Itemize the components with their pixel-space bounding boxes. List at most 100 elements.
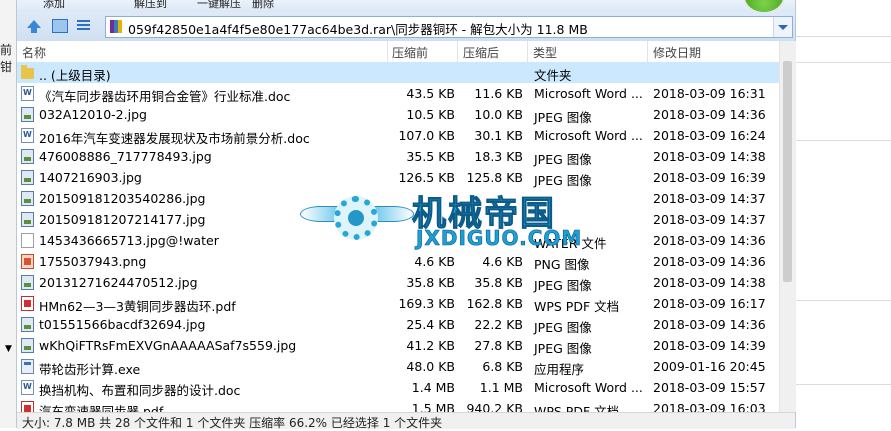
file-packed-size: 22.2 KB bbox=[474, 317, 523, 332]
file-name: 带轮齿形计算.exe bbox=[39, 362, 141, 377]
table-row[interactable]: HMn62—3—3黄铜同步器齿环.pdf 169.3 KB 162.8 KB WPS … bbox=[17, 293, 779, 314]
rar-archive-icon bbox=[110, 20, 122, 33]
file-packed-size: 4.6 KB bbox=[482, 254, 523, 269]
file-type: JPEG 图像 bbox=[534, 278, 592, 293]
file-name: 1453436665713.jpg@!water bbox=[39, 233, 219, 248]
file-packed-size: 18.3 KB bbox=[474, 149, 523, 164]
file-name: 476008886_717778493.jpg bbox=[39, 149, 212, 164]
image-icon bbox=[21, 212, 34, 227]
table-row[interactable]: 1407216903.jpg 126.5 KB 125.8 KB JPEG 图像 201… bbox=[17, 167, 779, 188]
table-row[interactable]: 《汽车同步器齿环用铜合金管》行业标准.doc 43.5 KB 11.6 KB Micr… bbox=[17, 83, 779, 104]
file-packed-size: 30.1 KB bbox=[474, 128, 523, 143]
folder-icon bbox=[21, 65, 34, 79]
file-name: 汽车变速器同步器.pdf bbox=[39, 404, 164, 412]
pdf-icon bbox=[21, 296, 34, 311]
table-row[interactable]: 2016年汽车变速器发展现状及市场前景分析.doc 107.0 KB 30.1 KB… bbox=[17, 125, 779, 146]
file-type: 文件夹 bbox=[534, 68, 572, 83]
file-size: 43.5 KB bbox=[406, 86, 455, 101]
file-size: 1.4 MB bbox=[411, 380, 455, 395]
file-name: 1407216903.jpg bbox=[39, 170, 142, 185]
address-bar: 059f42850e1a4f4f5e80e177ac64be3d.rar\同步器… bbox=[17, 12, 795, 42]
image-icon bbox=[21, 149, 34, 164]
table-row[interactable]: t01551566bacdf32694.jpg 25.4 KB 22.2 KB JPE… bbox=[17, 314, 779, 335]
file-modified: 2018-03-09 14:37 bbox=[653, 212, 766, 227]
dropdown-arrow-icon: ▼ bbox=[5, 344, 12, 354]
word-doc-icon bbox=[21, 380, 34, 395]
status-text: 大小: 7.8 MB 共 28 个文件和 1 个文件夹 压缩率 66.2% 已经… bbox=[22, 416, 443, 430]
column-name[interactable]: 名称 bbox=[22, 44, 46, 61]
column-header: 名称 压缩前 压缩后 类型 修改日期 bbox=[17, 41, 779, 63]
file-modified: 2018-03-09 14:36 bbox=[653, 254, 766, 269]
table-row[interactable]: 476008886_717778493.jpg 35.5 KB 18.3 KB JPE… bbox=[17, 146, 779, 167]
file-packed-size: 162.8 KB bbox=[466, 296, 523, 311]
column-modified[interactable]: 修改日期 bbox=[653, 44, 701, 61]
path-dropdown-icon[interactable] bbox=[773, 17, 792, 37]
file-modified: 2018-03-09 14:38 bbox=[653, 275, 766, 290]
file-packed-size: 10.0 KB bbox=[474, 107, 523, 122]
file-size: 35.8 KB bbox=[406, 275, 455, 290]
image-icon bbox=[21, 275, 34, 290]
table-row[interactable]: 汽车变速器同步器.pdf 1.5 MB 940.2 KB WPS PDF 文档 2018… bbox=[17, 398, 779, 412]
list-view-icon[interactable] bbox=[75, 18, 93, 34]
image-icon bbox=[21, 107, 34, 122]
file-type: JPEG 图像 bbox=[534, 320, 592, 335]
table-row[interactable]: .. (上级目录) 文件夹 bbox=[17, 62, 779, 83]
gear-icon bbox=[334, 196, 378, 240]
column-packed[interactable]: 压缩后 bbox=[463, 44, 499, 61]
thumbnail-view-icon[interactable] bbox=[51, 18, 69, 34]
extract-to-button[interactable]: 解压到 bbox=[134, 0, 167, 11]
file-size: 107.0 KB bbox=[398, 128, 455, 143]
file-size: 48.0 KB bbox=[406, 359, 455, 374]
watermark-en-text: JXDIGUO.COM bbox=[416, 226, 583, 251]
file-size: 10.5 KB bbox=[406, 107, 455, 122]
file-type: JPEG 图像 bbox=[534, 341, 592, 356]
scrollbar-thumb[interactable] bbox=[783, 61, 792, 282]
file-type: WPS PDF 文档 bbox=[534, 404, 620, 412]
vertical-scrollbar[interactable] bbox=[779, 41, 796, 412]
file-modified: 2018-03-09 14:37 bbox=[653, 191, 766, 206]
file-type: Microsoft Word ... bbox=[534, 86, 643, 101]
file-name: 《汽车同步器齿环用铜合金管》行业标准.doc bbox=[39, 89, 291, 104]
file-name: t01551566bacdf32694.jpg bbox=[39, 317, 206, 332]
file-name: 2016年汽车变速器发展现状及市场前景分析.doc bbox=[39, 131, 310, 146]
file-icon bbox=[21, 233, 34, 248]
delete-button[interactable]: 删除 bbox=[252, 0, 274, 11]
file-size: 35.5 KB bbox=[406, 149, 455, 164]
file-name: .. (上级目录) bbox=[39, 68, 111, 83]
add-button[interactable]: 添加 bbox=[43, 0, 65, 11]
file-size: 126.5 KB bbox=[398, 170, 455, 185]
file-name: HMn62—3—3黄铜同步器齿环.pdf bbox=[39, 299, 236, 314]
table-row[interactable]: 换挡机构、布置和同步器的设计.doc 1.4 MB 1.1 MB Microsoft … bbox=[17, 377, 779, 398]
column-size[interactable]: 压缩前 bbox=[392, 44, 428, 61]
wing-right-icon bbox=[372, 206, 414, 222]
table-row[interactable]: 032A12010-2.jpg 10.5 KB 10.0 KB JPEG 图像 2018… bbox=[17, 104, 779, 125]
table-row[interactable]: wKhQiFTRsFmEXVGnAAAAASaf7s559.jpg 41.2 KB… bbox=[17, 335, 779, 356]
file-type: 应用程序 bbox=[534, 362, 585, 377]
column-type[interactable]: 类型 bbox=[533, 44, 557, 61]
file-packed-size: 27.8 KB bbox=[474, 338, 523, 353]
file-modified: 2018-03-09 14:39 bbox=[653, 338, 766, 353]
file-packed-size: 1.1 MB bbox=[479, 380, 523, 395]
file-name: 201509181203540286.jpg bbox=[39, 191, 206, 206]
file-modified: 2018-03-09 14:36 bbox=[653, 317, 766, 332]
table-row[interactable]: 20131271624470512.jpg 35.8 KB 35.8 KB JPEG … bbox=[17, 272, 779, 293]
image-icon bbox=[21, 170, 34, 185]
table-row[interactable]: 1755037943.png 4.6 KB 4.6 KB PNG 图像 2018-03-… bbox=[17, 251, 779, 272]
png-icon bbox=[21, 254, 34, 269]
file-modified: 2018-03-09 14:36 bbox=[653, 107, 766, 122]
file-modified: 2018-03-09 16:03 bbox=[653, 401, 766, 412]
file-modified: 2018-03-09 15:57 bbox=[653, 380, 766, 395]
table-row[interactable]: 带轮齿形计算.exe 48.0 KB 6.8 KB 应用程序 2009-01-16 20… bbox=[17, 356, 779, 377]
background-window-right bbox=[794, 0, 891, 428]
file-name: 032A12010-2.jpg bbox=[39, 107, 147, 122]
file-packed-size: 940.2 KB bbox=[466, 401, 523, 412]
path-input[interactable]: 059f42850e1a4f4f5e80e177ac64be3d.rar\同步器… bbox=[105, 16, 793, 38]
app-logo-icon bbox=[743, 0, 785, 12]
path-text: 059f42850e1a4f4f5e80e177ac64be3d.rar\同步器… bbox=[128, 22, 588, 37]
file-type: JPEG 图像 bbox=[534, 110, 592, 125]
one-click-extract-button[interactable]: 一键解压 bbox=[197, 0, 241, 11]
up-arrow-icon[interactable] bbox=[25, 18, 43, 34]
file-type: Microsoft Word ... bbox=[534, 380, 643, 395]
file-modified: 2018-03-09 16:39 bbox=[653, 170, 766, 185]
file-type: Microsoft Word ... bbox=[534, 128, 643, 143]
